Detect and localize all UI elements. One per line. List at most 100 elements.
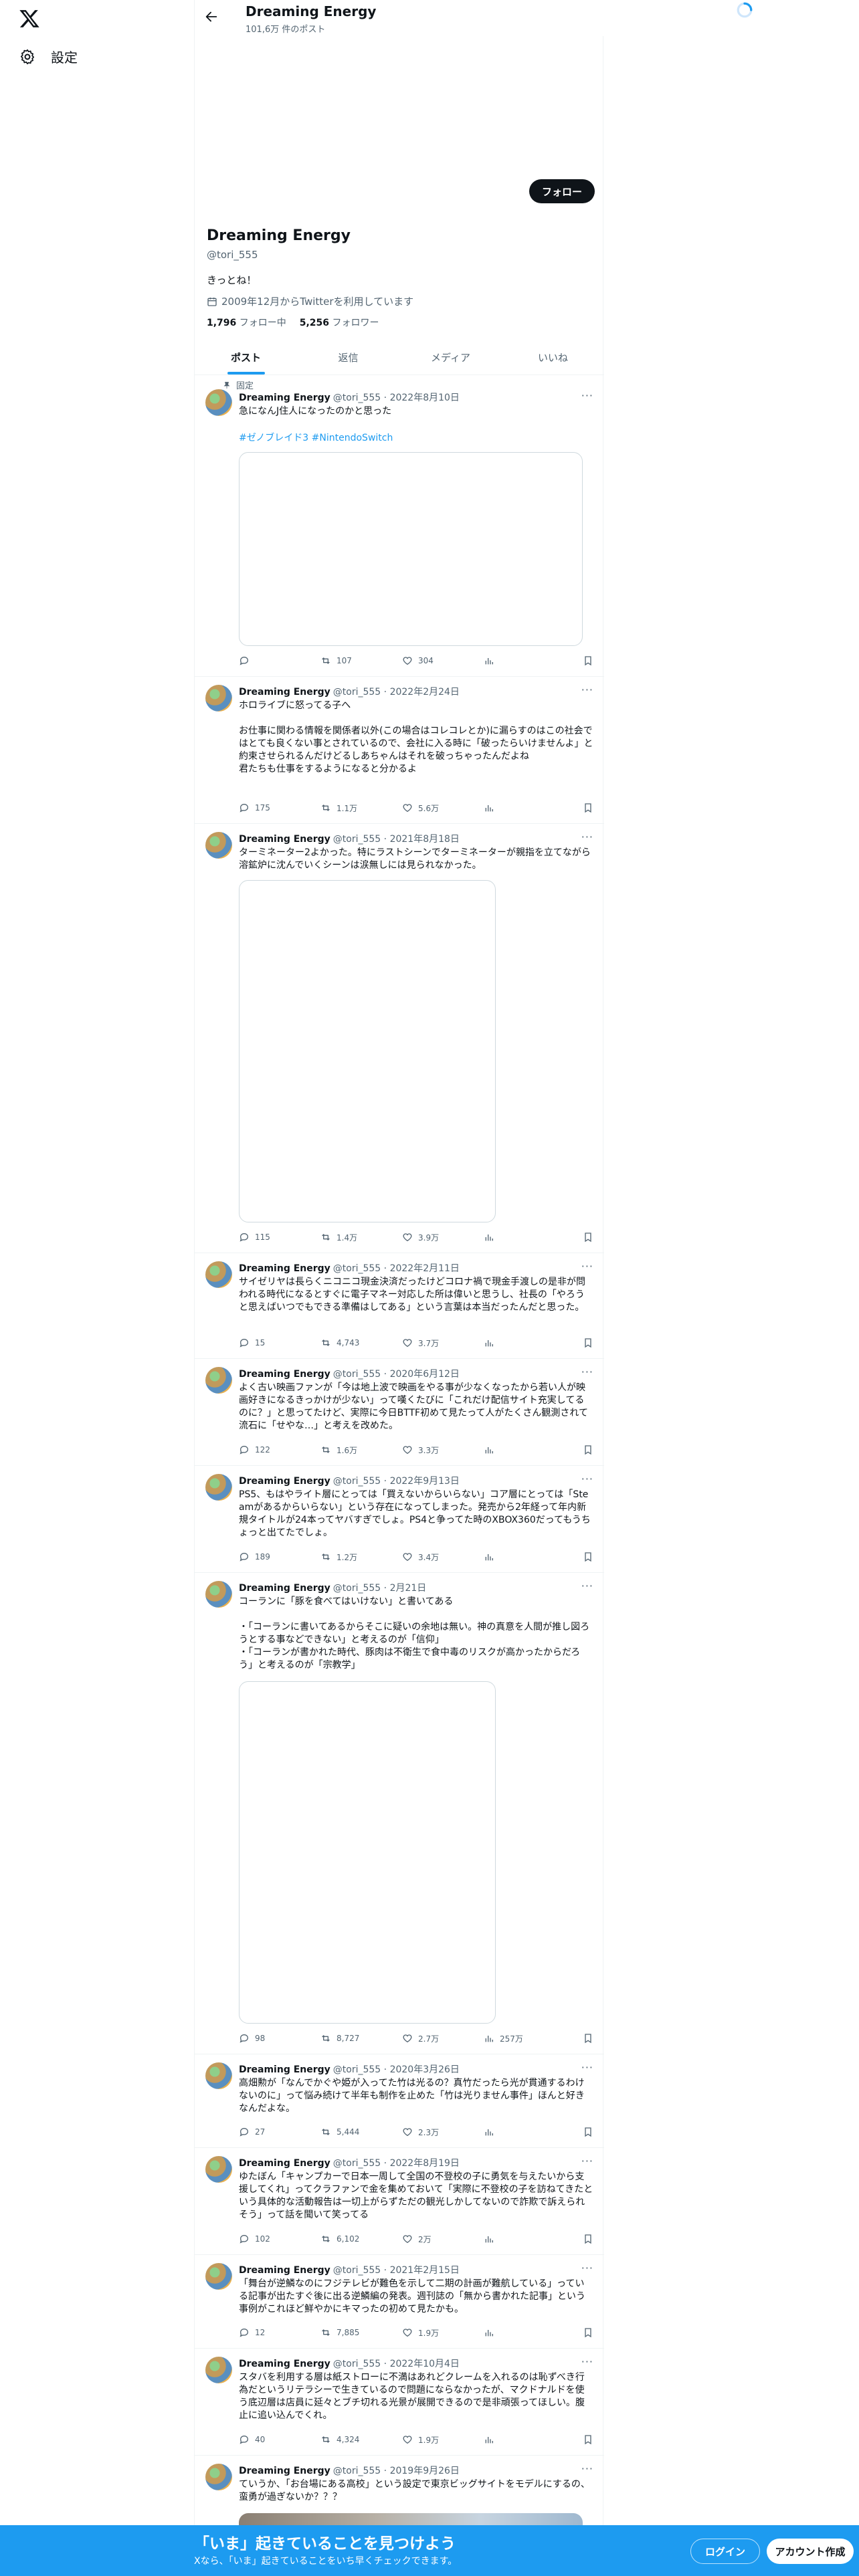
like-button[interactable]: 3.3万	[402, 1444, 484, 1456]
tweet[interactable]: Dreaming Energy @tori_555 · 2022年2月11日 ··…	[195, 1253, 604, 1359]
tab-posts[interactable]: ポスト	[195, 340, 297, 374]
more-options-icon[interactable]: ···	[581, 1580, 593, 1592]
tweet-date[interactable]: 2022年9月13日	[390, 1476, 460, 1487]
tweet-author-name[interactable]: Dreaming Energy	[239, 393, 330, 403]
avatar[interactable]	[205, 2062, 232, 2089]
login-button[interactable]: ログイン	[690, 2539, 760, 2564]
avatar[interactable]	[205, 1261, 232, 1288]
tab-likes[interactable]: いいね	[502, 340, 604, 374]
more-options-icon[interactable]: ···	[581, 1473, 593, 1485]
more-options-icon[interactable]: ···	[581, 831, 593, 843]
like-button[interactable]: 3.4万	[402, 1551, 484, 1563]
reply-button[interactable]: 122	[239, 1444, 320, 1455]
tweet-handle[interactable]: @tori_555	[333, 2466, 381, 2476]
tweet-date[interactable]: 2021年8月18日	[390, 834, 460, 845]
x-logo-icon[interactable]	[19, 8, 40, 29]
like-button[interactable]: 3.9万	[402, 1232, 484, 1243]
reply-button[interactable]: 102	[239, 2234, 320, 2244]
more-options-icon[interactable]: ···	[581, 2155, 593, 2167]
like-button[interactable]: 5.6万	[402, 802, 484, 814]
bookmark-icon[interactable]	[583, 1551, 593, 1562]
avatar[interactable]	[205, 685, 232, 712]
views-button[interactable]	[484, 1337, 557, 1348]
back-arrow-icon[interactable]	[204, 9, 219, 24]
avatar[interactable]	[205, 1367, 232, 1394]
tweet-handle[interactable]: @tori_555	[333, 393, 381, 403]
tweet-date[interactable]: 2022年2月11日	[390, 1263, 460, 1274]
tweet[interactable]: Dreaming Energy @tori_555 · 2022年9月13日 ··…	[195, 1466, 604, 1573]
bookmark-icon[interactable]	[583, 655, 593, 666]
tweet-date[interactable]: 2022年2月24日	[390, 687, 460, 697]
views-button[interactable]: 257万	[484, 2033, 557, 2044]
tweet-author-name[interactable]: Dreaming Energy	[239, 2158, 330, 2169]
views-button[interactable]	[484, 2127, 557, 2137]
tweet-handle[interactable]: @tori_555	[333, 1369, 381, 1380]
repost-button[interactable]: 4,743	[320, 1337, 402, 1348]
like-button[interactable]: 1.9万	[402, 2434, 484, 2446]
tweet-author-name[interactable]: Dreaming Energy	[239, 2064, 330, 2075]
follow-button[interactable]: フォロー	[529, 179, 595, 203]
tweet-media[interactable]	[239, 880, 496, 1222]
like-button[interactable]: 304	[402, 655, 484, 666]
like-button[interactable]: 3.7万	[402, 1337, 484, 1349]
tweet[interactable]: Dreaming Energy @tori_555 · 2022年8月19日 ··…	[195, 2148, 604, 2255]
more-options-icon[interactable]: ···	[581, 1366, 593, 1378]
avatar[interactable]	[205, 2357, 232, 2383]
bookmark-icon[interactable]	[583, 1232, 593, 1243]
views-button[interactable]	[484, 2434, 557, 2445]
reply-button[interactable]: 175	[239, 802, 320, 813]
tweet-handle[interactable]: @tori_555	[333, 1583, 381, 1594]
reply-button[interactable]	[239, 655, 320, 666]
tweet[interactable]: 固定 Dreaming Energy @tori_555 · 2022年8月10日…	[195, 376, 604, 677]
tab-media[interactable]: メディア	[399, 340, 502, 374]
bookmark-icon[interactable]	[583, 1337, 593, 1348]
like-button[interactable]: 2.7万	[402, 2033, 484, 2044]
more-options-icon[interactable]: ···	[581, 2355, 593, 2368]
repost-button[interactable]: 1.6万	[320, 1444, 402, 1456]
tweet-author-name[interactable]: Dreaming Energy	[239, 1476, 330, 1487]
tab-replies[interactable]: 返信	[297, 340, 399, 374]
tweet-handle[interactable]: @tori_555	[333, 687, 381, 697]
avatar[interactable]	[205, 2156, 232, 2183]
repost-button[interactable]: 107	[320, 655, 402, 666]
repost-button[interactable]: 7,885	[320, 2327, 402, 2338]
tweet-media[interactable]	[239, 452, 583, 646]
bookmark-icon[interactable]	[583, 2033, 593, 2044]
tweet[interactable]: Dreaming Energy @tori_555 · 2月21日 ··· コーラ…	[195, 1573, 604, 2054]
bookmark-icon[interactable]	[583, 2127, 593, 2137]
reply-button[interactable]: 12	[239, 2327, 320, 2338]
more-options-icon[interactable]: ···	[581, 2061, 593, 2074]
tweet-media[interactable]	[239, 1681, 496, 2024]
tweet-date[interactable]: 2022年10月4日	[390, 2359, 460, 2369]
avatar[interactable]	[205, 1581, 232, 1608]
tweet[interactable]: Dreaming Energy @tori_555 · 2020年6月12日 ··…	[195, 1359, 604, 1466]
avatar[interactable]	[205, 389, 232, 416]
reply-button[interactable]: 189	[239, 1551, 320, 1562]
tweet-author-name[interactable]: Dreaming Energy	[239, 2466, 330, 2476]
tweet-author-name[interactable]: Dreaming Energy	[239, 1263, 330, 1274]
views-button[interactable]	[484, 1232, 557, 1243]
repost-button[interactable]: 1.2万	[320, 1551, 402, 1563]
more-options-icon[interactable]: ···	[581, 2462, 593, 2475]
reply-button[interactable]: 98	[239, 2033, 320, 2044]
views-button[interactable]	[484, 2327, 557, 2338]
tweet[interactable]: Dreaming Energy @tori_555 · 2020年3月26日 ··…	[195, 2054, 604, 2148]
repost-button[interactable]: 4,324	[320, 2434, 402, 2445]
reply-button[interactable]: 115	[239, 1232, 320, 1243]
views-button[interactable]	[484, 802, 557, 813]
avatar[interactable]	[205, 832, 232, 859]
reply-button[interactable]: 27	[239, 2127, 320, 2137]
tweet-author-name[interactable]: Dreaming Energy	[239, 834, 330, 845]
avatar[interactable]	[205, 1474, 232, 1501]
repost-button[interactable]: 5,444	[320, 2127, 402, 2137]
tweet-handle[interactable]: @tori_555	[333, 2359, 381, 2369]
more-options-icon[interactable]: ···	[581, 389, 593, 402]
repost-button[interactable]: 1.4万	[320, 1232, 402, 1243]
tweet-author-name[interactable]: Dreaming Energy	[239, 1369, 330, 1380]
tweet-hashtags[interactable]: #ゼノブレイド3 #NintendoSwitch	[239, 431, 393, 444]
views-button[interactable]	[484, 1551, 557, 1562]
tweet-date[interactable]: 2020年6月12日	[390, 1369, 460, 1380]
reply-button[interactable]: 15	[239, 1337, 320, 1348]
tweet-author-name[interactable]: Dreaming Energy	[239, 687, 330, 697]
more-options-icon[interactable]: ···	[581, 1260, 593, 1273]
